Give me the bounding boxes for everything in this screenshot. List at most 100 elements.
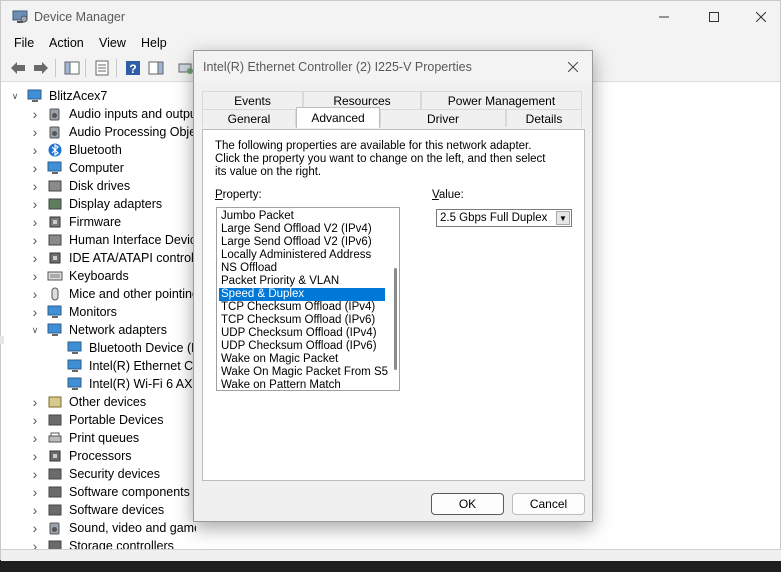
properties-button[interactable]: [92, 58, 112, 78]
chevron-right-icon[interactable]: ›: [29, 412, 41, 428]
tree-category-item[interactable]: › Firmware: [29, 213, 121, 231]
tree-category-item[interactable]: › IDE ATA/ATAPI controlle: [29, 249, 196, 267]
tree-category-item[interactable]: › Print queues: [29, 429, 140, 447]
tree-category-item[interactable]: › Portable Devices: [29, 411, 164, 429]
tree-category-item[interactable]: ∨ Network adapters: [29, 321, 167, 339]
tree-category-item[interactable]: › Computer: [29, 159, 124, 177]
tree-item-label: Processors: [69, 449, 132, 463]
property-list-item[interactable]: Speed & Duplex: [219, 288, 385, 301]
help-icon: ?: [126, 61, 140, 76]
property-list-item[interactable]: UDP Checksum Offload (IPv4): [219, 327, 385, 340]
tree-item-label: Display adapters: [69, 197, 163, 211]
chevron-right-icon[interactable]: ›: [29, 106, 41, 122]
tree-category-item[interactable]: › Audio Processing Objec: [29, 123, 196, 141]
chevron-right-icon[interactable]: ›: [29, 142, 41, 158]
property-list-item[interactable]: UDP Checksum Offload (IPv6): [219, 340, 385, 353]
back-button[interactable]: [8, 58, 28, 78]
property-list-item[interactable]: Packet Priority & VLAN: [219, 275, 385, 288]
property-list-item[interactable]: TCP Checksum Offload (IPv4): [219, 301, 385, 314]
tree-item-label: Network adapters: [69, 323, 167, 337]
property-list-item[interactable]: Wake on Pattern Match: [219, 379, 385, 390]
property-list-item[interactable]: Wake On Magic Packet From S5: [219, 366, 388, 379]
chevron-right-icon[interactable]: ›: [29, 232, 41, 248]
property-list-item[interactable]: Jumbo Packet: [219, 210, 385, 223]
tree-root[interactable]: ∨ BlitzAcex7: [9, 87, 108, 105]
tree-category-item[interactable]: › Sound, video and game controllers: [29, 519, 196, 537]
tree-category-item[interactable]: › Keyboards: [29, 267, 129, 285]
tree-category-item[interactable]: › Processors: [29, 447, 132, 465]
chevron-right-icon[interactable]: ›: [29, 178, 41, 194]
chevron-right-icon[interactable]: ›: [29, 520, 41, 536]
chevron-right-icon[interactable]: ›: [29, 196, 41, 212]
tree-item-label: Monitors: [69, 305, 117, 319]
properties-dialog: Intel(R) Ethernet Controller (2) I225-V …: [193, 50, 593, 522]
tree-category-item[interactable]: › Audio inputs and outpu: [29, 105, 196, 123]
property-list-item[interactable]: Locally Administered Address: [219, 249, 385, 262]
tree-category-item[interactable]: › Security devices: [29, 465, 160, 483]
menu-view[interactable]: View: [99, 36, 126, 50]
tree-category-item[interactable]: › Monitors: [29, 303, 117, 321]
show-hide-console-tree-button[interactable]: [62, 58, 82, 78]
dialog-titlebar[interactable]: Intel(R) Ethernet Controller (2) I225-V …: [194, 51, 592, 83]
tree-category-item[interactable]: › Software devices: [29, 501, 165, 519]
tree-child-item[interactable]: Intel(R) Ethernet Cor: [49, 357, 196, 375]
chevron-right-icon[interactable]: ›: [29, 304, 41, 320]
menu-file[interactable]: File: [14, 36, 34, 50]
chevron-right-icon[interactable]: ›: [29, 484, 41, 500]
chevron-right-icon[interactable]: ›: [29, 268, 41, 284]
maximize-button[interactable]: [691, 1, 737, 33]
property-list-scrollbar[interactable]: [394, 268, 397, 370]
tab-advanced[interactable]: Advanced: [296, 107, 380, 128]
property-list-item[interactable]: TCP Checksum Offload (IPv6): [219, 314, 385, 327]
scan-hardware-icon: [178, 63, 193, 74]
tab-general[interactable]: General: [202, 109, 296, 127]
close-button[interactable]: [738, 1, 781, 33]
tree-child-item[interactable]: Bluetooth Device (Pe: [49, 339, 196, 357]
chevron-right-icon[interactable]: ›: [29, 394, 41, 410]
tree-category-item[interactable]: › Disk drives: [29, 177, 130, 195]
chevron-right-icon[interactable]: ›: [29, 286, 41, 302]
tab-driver[interactable]: Driver: [380, 109, 506, 127]
chevron-down-icon[interactable]: ∨: [9, 90, 21, 102]
property-list-item[interactable]: Wake on Magic Packet: [219, 353, 385, 366]
chevron-right-icon[interactable]: ›: [29, 448, 41, 464]
tree-category-item[interactable]: › Software components: [29, 483, 190, 501]
help-button[interactable]: ?: [123, 58, 143, 78]
cancel-button[interactable]: Cancel: [512, 493, 585, 515]
property-list-item[interactable]: Large Send Offload V2 (IPv4): [219, 223, 385, 236]
dropdown-arrow-icon[interactable]: ▼: [556, 211, 570, 225]
chevron-right-icon[interactable]: ›: [29, 430, 41, 446]
tree-category-item[interactable]: › Other devices: [29, 393, 146, 411]
property-list-item[interactable]: Large Send Offload V2 (IPv6): [219, 236, 385, 249]
chevron-right-icon[interactable]: ›: [29, 502, 41, 518]
tree-item-label: Human Interface Device: [69, 233, 196, 247]
chevron-right-icon[interactable]: ›: [29, 160, 41, 176]
tab-events[interactable]: Events: [202, 91, 303, 109]
tree-category-item[interactable]: › Display adapters: [29, 195, 162, 213]
tree-category-item[interactable]: › Human Interface Device: [29, 231, 196, 249]
tab-power-management[interactable]: Power Management: [421, 91, 582, 109]
titlebar[interactable]: Device Manager: [1, 1, 780, 33]
menu-help[interactable]: Help: [141, 36, 167, 50]
chevron-right-icon[interactable]: ›: [29, 124, 41, 140]
chevron-right-icon[interactable]: ›: [29, 214, 41, 230]
disk-icon: [48, 180, 62, 192]
chevron-right-icon[interactable]: ›: [29, 250, 41, 266]
property-list[interactable]: Jumbo Packet Large Send Offload V2 (IPv4)…: [216, 207, 400, 391]
tree-child-item[interactable]: Intel(R) Wi-Fi 6 AX20: [49, 375, 196, 393]
chevron-right-icon[interactable]: ›: [29, 466, 41, 482]
tree-category-item[interactable]: › Bluetooth: [29, 141, 122, 159]
printer-icon: [48, 432, 62, 443]
forward-button[interactable]: [31, 58, 51, 78]
minimize-button[interactable]: [641, 1, 687, 33]
dialog-close-button[interactable]: [561, 56, 585, 78]
tree-category-item[interactable]: › Mice and other pointing: [29, 285, 196, 303]
value-dropdown[interactable]: 2.5 Gbps Full Duplex ▼: [436, 209, 572, 227]
action-pane-button[interactable]: [146, 58, 166, 78]
property-list-item[interactable]: NS Offload: [219, 262, 385, 275]
chevron-down-icon[interactable]: ∨: [29, 324, 41, 336]
mouse-icon: [51, 287, 59, 301]
ok-button[interactable]: OK: [431, 493, 504, 515]
menu-action[interactable]: Action: [49, 36, 84, 50]
tab-details[interactable]: Details: [506, 109, 582, 127]
